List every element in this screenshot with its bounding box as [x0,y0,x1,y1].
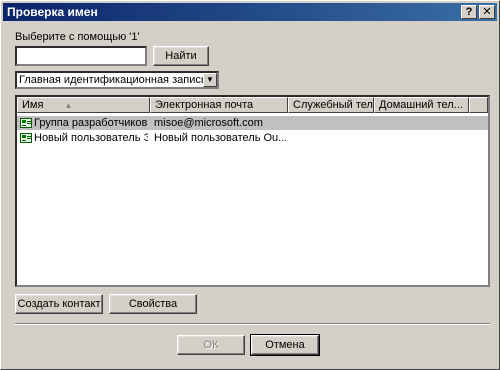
contacts-list[interactable]: Имя ▲ Электронная почта Служебный тел...… [15,95,490,287]
table-row[interactable]: Новый пользователь Э... Новый пользовате… [17,131,488,145]
cancel-label: Отмена [265,339,305,351]
list-header: Имя ▲ Электронная почта Служебный тел...… [17,97,488,113]
contact-name: Новый пользователь Э... [34,132,148,144]
create-contact-button[interactable]: Создать контакт [15,294,103,314]
contact-name: Группа разработчиков ... [34,117,148,129]
ok-label: ОК [203,339,219,351]
column-header-email-label: Электронная почта [155,99,254,111]
close-button[interactable]: ✕ [479,5,495,19]
separator [15,323,490,325]
dropdown-arrow-icon[interactable]: ▼ [203,73,217,87]
table-row[interactable]: Группа разработчиков ... misoe@microsoft… [17,116,488,130]
check-names-dialog: Проверка имен ? ✕ Выберите с помощью '1'… [0,0,500,370]
create-contact-label: Создать контакт [17,298,101,310]
column-header-home-phone[interactable]: Домашний тел... [374,97,469,113]
search-input[interactable] [15,46,147,66]
cancel-button[interactable]: Отмена [250,334,320,356]
contact-card-icon [20,118,32,128]
column-header-work-phone[interactable]: Служебный тел... [288,97,374,113]
help-button[interactable]: ? [461,5,477,19]
ok-button[interactable]: ОК [177,335,245,355]
search-label: Выберите с помощью '1' [15,31,140,43]
column-header-name[interactable]: Имя ▲ [17,97,150,113]
contact-card-icon [20,133,32,143]
column-header-home-phone-label: Домашний тел... [379,99,463,111]
find-button-label: Найти [165,50,197,62]
address-book-selected: Главная идентификационная запись ко [19,74,205,86]
window-title: Проверка имен [7,5,98,19]
properties-button[interactable]: Свойства [109,294,197,314]
column-header-email[interactable]: Электронная почта [150,97,288,113]
title-bar: Проверка имен ? ✕ [3,3,497,21]
column-header-work-phone-label: Служебный тел... [293,99,374,111]
properties-label: Свойства [128,298,178,310]
address-book-dropdown[interactable]: Главная идентификационная запись ко ▼ [15,71,219,89]
contact-email: misoe@microsoft.com [154,117,263,129]
sort-ascending-icon: ▲ [64,101,73,110]
column-header-name-label: Имя [22,99,44,111]
column-header-filler [469,97,488,113]
contact-email: Новый пользователь Ou... [154,132,286,144]
find-button[interactable]: Найти [153,46,209,66]
